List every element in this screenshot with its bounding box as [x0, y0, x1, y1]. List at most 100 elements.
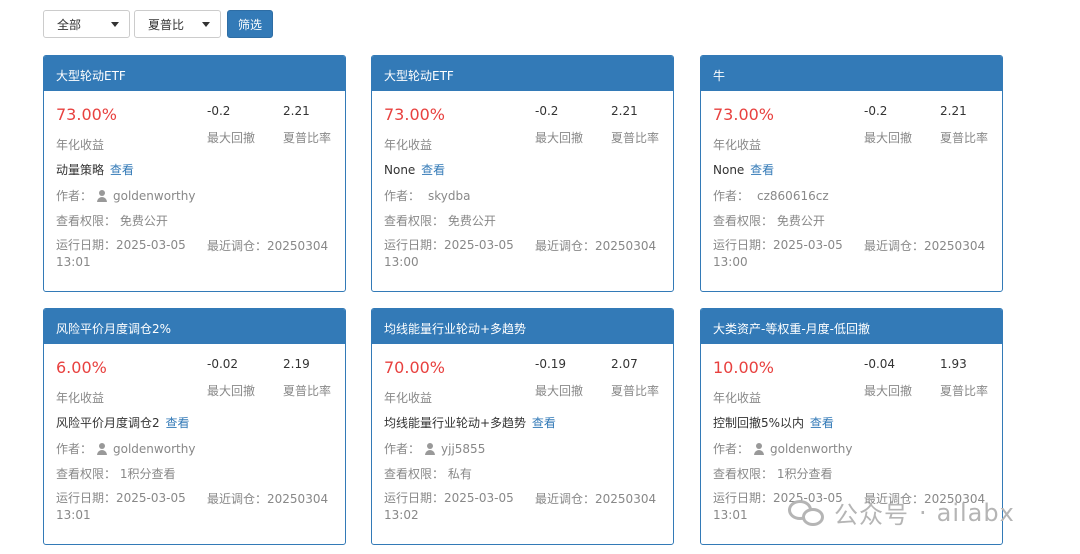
- author-name: skydba: [428, 188, 471, 203]
- view-link[interactable]: 查看: [165, 416, 189, 430]
- last-rebalance-row: 最近调仓：20250304: [535, 237, 656, 254]
- sharpe-ratio-value: 2.21: [283, 104, 310, 118]
- last-rebalance-label: 最近调仓：: [535, 492, 596, 506]
- run-date-label: 运行日期：: [713, 238, 774, 252]
- card-title[interactable]: 大类资产-等权重-月度-低回撤: [701, 309, 1002, 344]
- permission-label: 查看权限：: [56, 214, 117, 228]
- card-title[interactable]: 大型轮动ETF: [44, 56, 345, 91]
- strategy-card[interactable]: 大型轮动ETF 73.00% 年化收益 -0.2 最大回撤 2.21 夏普比率 …: [43, 55, 346, 292]
- card-body: 73.00% 年化收益 -0.2 最大回撤 2.21 夏普比率 None 查看 …: [372, 91, 673, 291]
- view-link[interactable]: 查看: [110, 163, 134, 177]
- sharpe-ratio-value: 2.07: [611, 357, 638, 371]
- author-label: 作者：: [384, 442, 421, 456]
- last-rebalance-value: 20250304: [267, 492, 329, 506]
- author-label: 作者：: [384, 189, 421, 203]
- author-label: 作者：: [56, 442, 93, 456]
- run-date-row: 运行日期：2025-03-05 13:00: [384, 237, 524, 271]
- strategy-name: 风险平价月度调仓2: [56, 416, 160, 430]
- view-link[interactable]: 查看: [532, 416, 556, 430]
- sharpe-ratio-value: 2.21: [611, 104, 638, 118]
- permission-value: 免费公开: [447, 214, 496, 228]
- strategy-name: 动量策略: [56, 163, 105, 177]
- category-select[interactable]: 全部: [43, 10, 130, 38]
- annual-return-label: 年化收益: [384, 138, 433, 152]
- strategy-name: 均线能量行业轮动+多趋势: [384, 416, 527, 430]
- chevron-down-icon: [111, 21, 119, 27]
- strategy-description: 控制回撤5%以内 查看: [713, 414, 834, 431]
- sharpe-ratio-label: 夏普比率: [283, 384, 332, 398]
- filter-button[interactable]: 筛选: [227, 10, 273, 38]
- strategy-description: None 查看: [384, 161, 445, 178]
- view-link[interactable]: 查看: [810, 416, 834, 430]
- run-date-label: 运行日期：: [56, 491, 117, 505]
- author-label: 作者：: [713, 189, 750, 203]
- permission-value: 1积分查看: [119, 467, 176, 481]
- run-date-value: 2025-03-05: [444, 238, 514, 252]
- watermark-handle: ailabx: [936, 498, 1015, 527]
- sharpe-ratio-value: 2.19: [283, 357, 310, 371]
- user-icon: [96, 189, 108, 202]
- strategy-name: 控制回撤5%以内: [713, 416, 805, 430]
- user-icon: [753, 442, 765, 455]
- author-row: 作者： goldenworthy: [56, 440, 195, 457]
- permission-row: 查看权限： 1积分查看: [713, 465, 832, 482]
- last-rebalance-value: 20250304: [267, 239, 329, 253]
- run-date-row: 运行日期：2025-03-05 13:00: [713, 237, 853, 271]
- card-title[interactable]: 牛: [701, 56, 1002, 91]
- permission-label: 查看权限：: [713, 467, 774, 481]
- card-title[interactable]: 均线能量行业轮动+多趋势: [372, 309, 673, 344]
- max-drawdown-label: 最大回撤: [535, 384, 584, 398]
- run-date-value: 2025-03-05: [444, 491, 514, 505]
- sharpe-ratio-label: 夏普比率: [611, 131, 660, 145]
- run-time-value: 13:01: [56, 508, 91, 522]
- run-date-label: 运行日期：: [384, 491, 445, 505]
- annual-return-label: 年化收益: [713, 138, 762, 152]
- sort-select-value: 夏普比: [148, 17, 185, 32]
- run-time-value: 13:00: [384, 255, 419, 269]
- last-rebalance-value: 20250304: [595, 492, 657, 506]
- strategy-description: 动量策略 查看: [56, 161, 134, 178]
- author-label: 作者：: [713, 442, 750, 456]
- permission-label: 查看权限：: [713, 214, 774, 228]
- watermark-text: 公众号: [834, 501, 909, 529]
- permission-value: 1积分查看: [776, 467, 833, 481]
- view-link[interactable]: 查看: [750, 163, 774, 177]
- run-date-value: 2025-03-05: [116, 238, 186, 252]
- sort-select[interactable]: 夏普比: [134, 10, 221, 38]
- card-body: 73.00% 年化收益 -0.2 最大回撤 2.21 夏普比率 None 查看 …: [701, 91, 1002, 291]
- max-drawdown-value: -0.2: [864, 104, 888, 118]
- max-drawdown-label: 最大回撤: [207, 384, 256, 398]
- sharpe-ratio-label: 夏普比率: [283, 131, 332, 145]
- chevron-down-icon: [202, 21, 210, 27]
- user-icon: [96, 442, 108, 455]
- max-drawdown-value: -0.04: [864, 357, 896, 371]
- author-label: 作者：: [56, 189, 93, 203]
- author-row: 作者： goldenworthy: [713, 440, 852, 457]
- strategy-card[interactable]: 均线能量行业轮动+多趋势 70.00% 年化收益 -0.19 最大回撤 2.07…: [371, 308, 674, 545]
- max-drawdown-value: -0.02: [207, 357, 239, 371]
- card-body: 6.00% 年化收益 -0.02 最大回撤 2.19 夏普比率 风险平价月度调仓…: [44, 344, 345, 544]
- author-name: goldenworthy: [113, 188, 196, 203]
- annual-return-value: 73.00%: [713, 105, 775, 124]
- annual-return-value: 73.00%: [56, 105, 118, 124]
- card-title[interactable]: 大型轮动ETF: [372, 56, 673, 91]
- annual-return-value: 70.00%: [384, 358, 446, 377]
- watermark-separator: ·: [919, 498, 927, 527]
- annual-return-value: 10.00%: [713, 358, 775, 377]
- view-link[interactable]: 查看: [421, 163, 445, 177]
- author-row: 作者： cz860616cz: [713, 187, 829, 204]
- annual-return-value: 6.00%: [56, 358, 107, 377]
- card-title[interactable]: 风险平价月度调仓2%: [44, 309, 345, 344]
- annual-return-label: 年化收益: [56, 138, 105, 152]
- wechat-logo-icon: [788, 498, 826, 528]
- last-rebalance-row: 最近调仓：20250304: [864, 237, 985, 254]
- run-time-value: 13:00: [713, 255, 748, 269]
- annual-return-label: 年化收益: [384, 391, 433, 405]
- sharpe-ratio-label: 夏普比率: [940, 131, 989, 145]
- strategy-card[interactable]: 风险平价月度调仓2% 6.00% 年化收益 -0.02 最大回撤 2.19 夏普…: [43, 308, 346, 545]
- last-rebalance-label: 最近调仓：: [864, 239, 925, 253]
- author-row: 作者： yjj5855: [384, 440, 485, 457]
- strategy-card[interactable]: 大型轮动ETF 73.00% 年化收益 -0.2 最大回撤 2.21 夏普比率 …: [371, 55, 674, 292]
- run-date-label: 运行日期：: [384, 238, 445, 252]
- strategy-card[interactable]: 牛 73.00% 年化收益 -0.2 最大回撤 2.21 夏普比率 None 查…: [700, 55, 1003, 292]
